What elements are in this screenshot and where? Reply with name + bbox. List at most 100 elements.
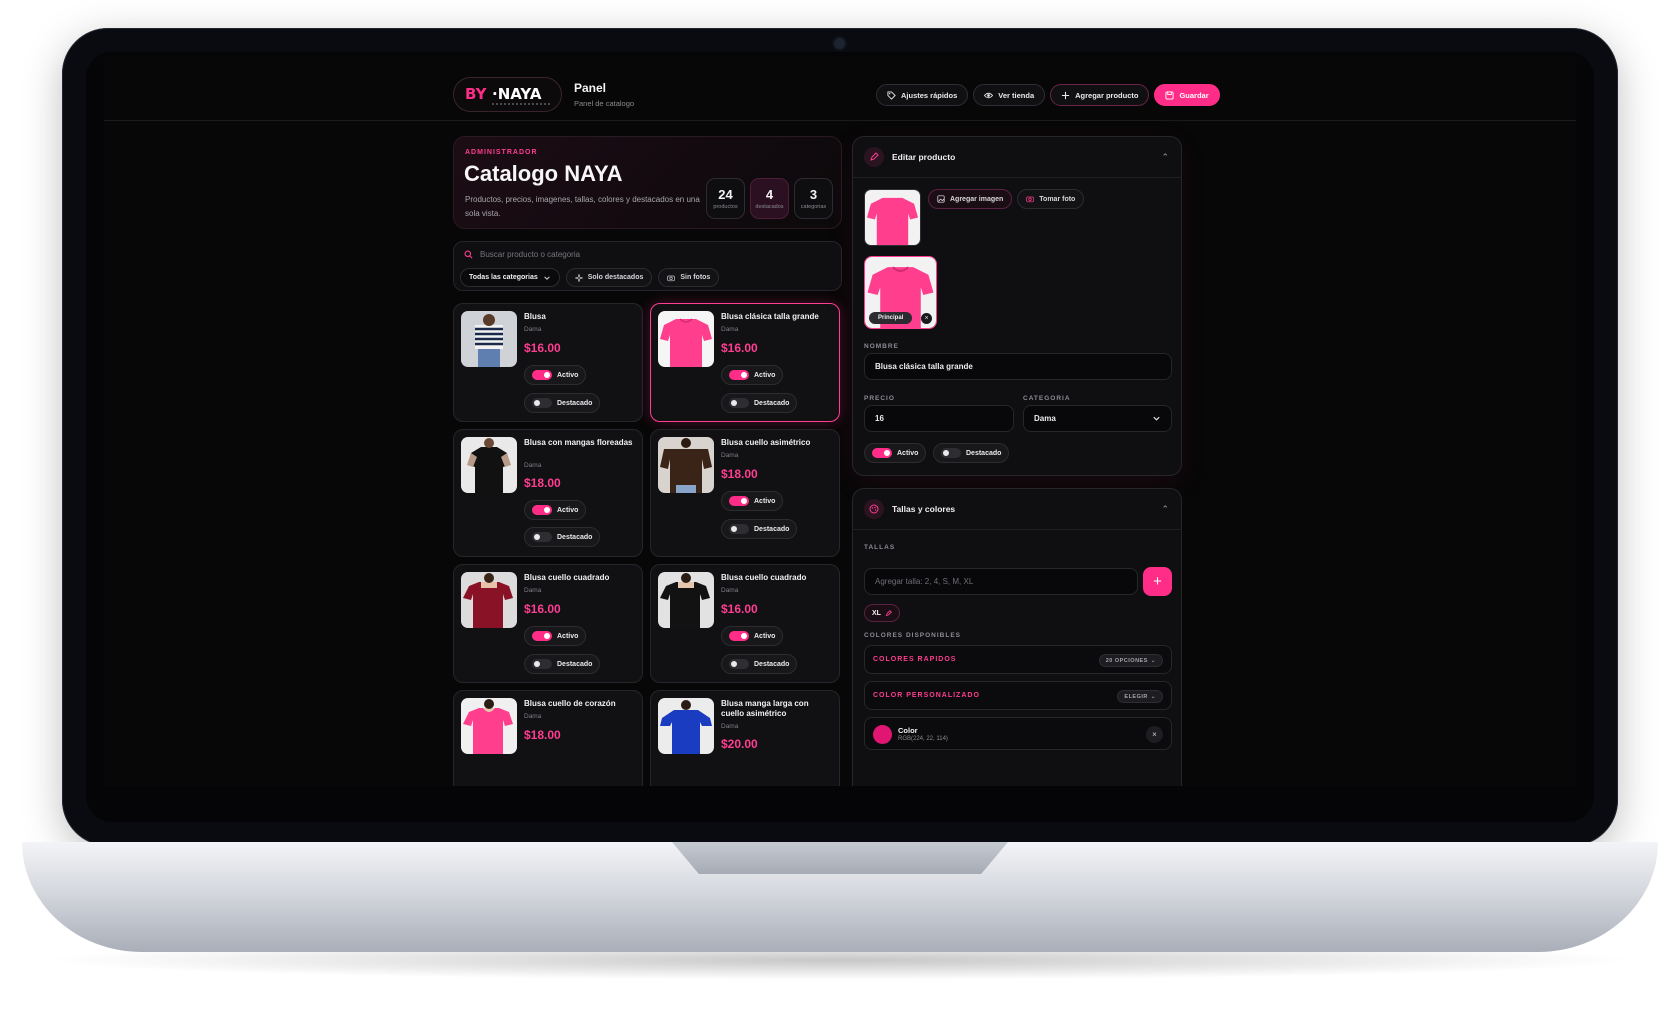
product-name: Blusa cuello cuadrado (524, 573, 610, 582)
search-placeholder: Buscar producto o categoria (480, 250, 581, 259)
product-category: Dama (721, 587, 739, 594)
featured-label: Destacado (557, 660, 593, 668)
toggle-switch-off (532, 659, 552, 669)
app-screen: BY ·NAYA Panel Panel de catalogo Ajustes… (104, 56, 1576, 786)
product-card[interactable]: Blusa con mangas floreadas Dama $18.00 A… (453, 429, 643, 557)
featured-toggle[interactable]: Destacado (524, 654, 601, 674)
active-label: Activo (557, 632, 579, 640)
tag-icon (887, 90, 896, 100)
add-image-label: Agregar imagen (950, 195, 1004, 203)
name-field[interactable]: Blusa clásica talla grande (864, 353, 1172, 380)
product-card[interactable]: Blusa cuello cuadrado Dama $16.00 Activo… (453, 564, 643, 683)
featured-label: Destacado (966, 449, 1002, 457)
product-category: Dama (524, 462, 542, 469)
add-product-button[interactable]: Agregar producto (1050, 84, 1150, 106)
size-chip-label: XL (872, 609, 881, 617)
product-card-selected[interactable]: Blusa clásica talla grande Dama $16.00 A… (650, 303, 840, 422)
product-price: $16.00 (524, 602, 561, 616)
size-chip[interactable]: XL (864, 604, 900, 622)
image-icon (937, 195, 945, 203)
chevron-up-icon[interactable]: ⌃ (1161, 504, 1169, 515)
price-field[interactable]: 16 (864, 405, 1014, 432)
product-card[interactable]: Blusa Dama $16.00 Activo Destacado (453, 303, 643, 422)
chevron-down-icon (543, 275, 550, 280)
top-actions: Ajustes rápidos Ver tienda Agregar produ… (876, 84, 1220, 106)
name-label: NOMBRE (864, 343, 899, 350)
active-toggle[interactable]: Activo (524, 626, 587, 646)
chevron-down-icon: ⌄ (1150, 693, 1156, 700)
featured-toggle[interactable]: Destacado (524, 527, 601, 547)
featured-toggle[interactable]: Destacado (524, 393, 601, 413)
featured-toggle[interactable]: Destacado (721, 519, 798, 539)
add-image-button[interactable]: Agregar imagen (928, 189, 1013, 209)
toggle-switch-on (872, 448, 892, 458)
stat-categories: 3 categorias (794, 178, 833, 219)
take-photo-button[interactable]: Tomar foto (1017, 189, 1085, 209)
product-category: Dama (721, 326, 739, 333)
product-image-thumbnail[interactable] (864, 189, 921, 246)
toggle-switch-off (532, 532, 552, 542)
sizes-colors-header[interactable]: Tallas y colores ⌃ (853, 489, 1181, 530)
active-label: Activo (754, 497, 776, 505)
category-select[interactable]: Dama (1023, 405, 1172, 432)
no-photos-label: Sin fotos (680, 274, 711, 281)
stat-products: 24 productos (706, 178, 745, 219)
featured-toggle[interactable]: Destacado (933, 443, 1010, 463)
featured-toggle[interactable]: Destacado (721, 393, 798, 413)
active-label: Activo (557, 506, 579, 514)
active-toggle[interactable]: Activo (721, 491, 784, 511)
product-card[interactable]: Blusa manga larga con cuello asimétrico … (650, 690, 840, 786)
product-thumbnail (658, 437, 714, 493)
active-toggle[interactable]: Activo (524, 365, 587, 385)
palette-icon (864, 499, 884, 519)
main-product-image[interactable]: Principal × (864, 256, 937, 329)
edit-product-header[interactable]: Editar producto ⌃ (853, 137, 1181, 178)
remove-color-icon[interactable]: × (1146, 726, 1163, 743)
selected-color-item: Color RGB(224, 22, 114) × (864, 717, 1172, 750)
size-input[interactable]: Agregar talla: 2, 4, S, M, XL (864, 568, 1138, 595)
quick-colors-label: COLORES RAPIDOS (873, 656, 957, 663)
chevron-down-icon (1153, 416, 1160, 421)
pencil-icon (885, 609, 892, 616)
product-name: Blusa clásica talla grande (721, 312, 819, 321)
product-name: Blusa manga larga con cuello asimétrico (721, 699, 809, 718)
active-toggle[interactable]: Activo (864, 443, 927, 463)
quick-settings-button[interactable]: Ajustes rápidos (876, 84, 969, 106)
product-card[interactable]: Blusa cuello asimétrico Dama $18.00 Acti… (650, 429, 840, 557)
hero-eyebrow: ADMINISTRADOR (465, 149, 538, 156)
product-name: Blusa cuello cuadrado (721, 573, 807, 582)
category-value: Dama (1034, 414, 1056, 423)
sparkle-icon (574, 273, 583, 282)
view-store-button[interactable]: Ver tienda (973, 84, 1046, 106)
featured-toggle[interactable]: Destacado (721, 654, 798, 674)
product-category: Dama (524, 587, 542, 594)
featured-label: Destacado (754, 399, 790, 407)
quick-colors-row[interactable]: COLORES RAPIDOS 20 OPCIONES ⌄ (864, 645, 1172, 674)
search-input[interactable]: Buscar producto o categoria (464, 250, 580, 259)
edit-product-panel: Editar producto ⌃ Agregar imagen Tomar f… (852, 136, 1182, 476)
search-icon (464, 250, 473, 259)
featured-label: Destacado (754, 525, 790, 533)
custom-color-row[interactable]: COLOR PERSONALIZADO ELEGIR ⌄ (864, 681, 1172, 710)
remove-image-icon[interactable]: × (921, 313, 932, 324)
add-product-label: Agregar producto (1075, 90, 1139, 100)
save-button[interactable]: Guardar (1154, 84, 1220, 106)
add-size-button[interactable]: + (1143, 567, 1172, 596)
brand-logo[interactable]: BY ·NAYA (453, 77, 562, 112)
camera-icon (834, 38, 845, 49)
product-price: $20.00 (721, 737, 758, 751)
product-card[interactable]: Blusa cuello cuadrado Dama $16.00 Activo… (650, 564, 840, 683)
active-toggle[interactable]: Activo (721, 365, 784, 385)
no-photos-filter[interactable]: Sin fotos (658, 268, 720, 287)
toggle-switch-off (729, 524, 749, 534)
stat-label: productos (713, 204, 738, 210)
active-toggle[interactable]: Activo (524, 500, 587, 520)
product-card[interactable]: Blusa cuello de corazón Dama $18.00 (453, 690, 643, 786)
only-featured-filter[interactable]: Solo destacados (565, 268, 653, 287)
hero-description: Productos, precios, imagenes, tallas, co… (465, 195, 700, 218)
category-select[interactable]: Todas las categorias (460, 268, 560, 287)
take-photo-label: Tomar foto (1039, 195, 1076, 203)
chevron-up-icon[interactable]: ⌃ (1161, 152, 1169, 163)
price-label: PRECIO (864, 395, 895, 402)
active-toggle[interactable]: Activo (721, 626, 784, 646)
